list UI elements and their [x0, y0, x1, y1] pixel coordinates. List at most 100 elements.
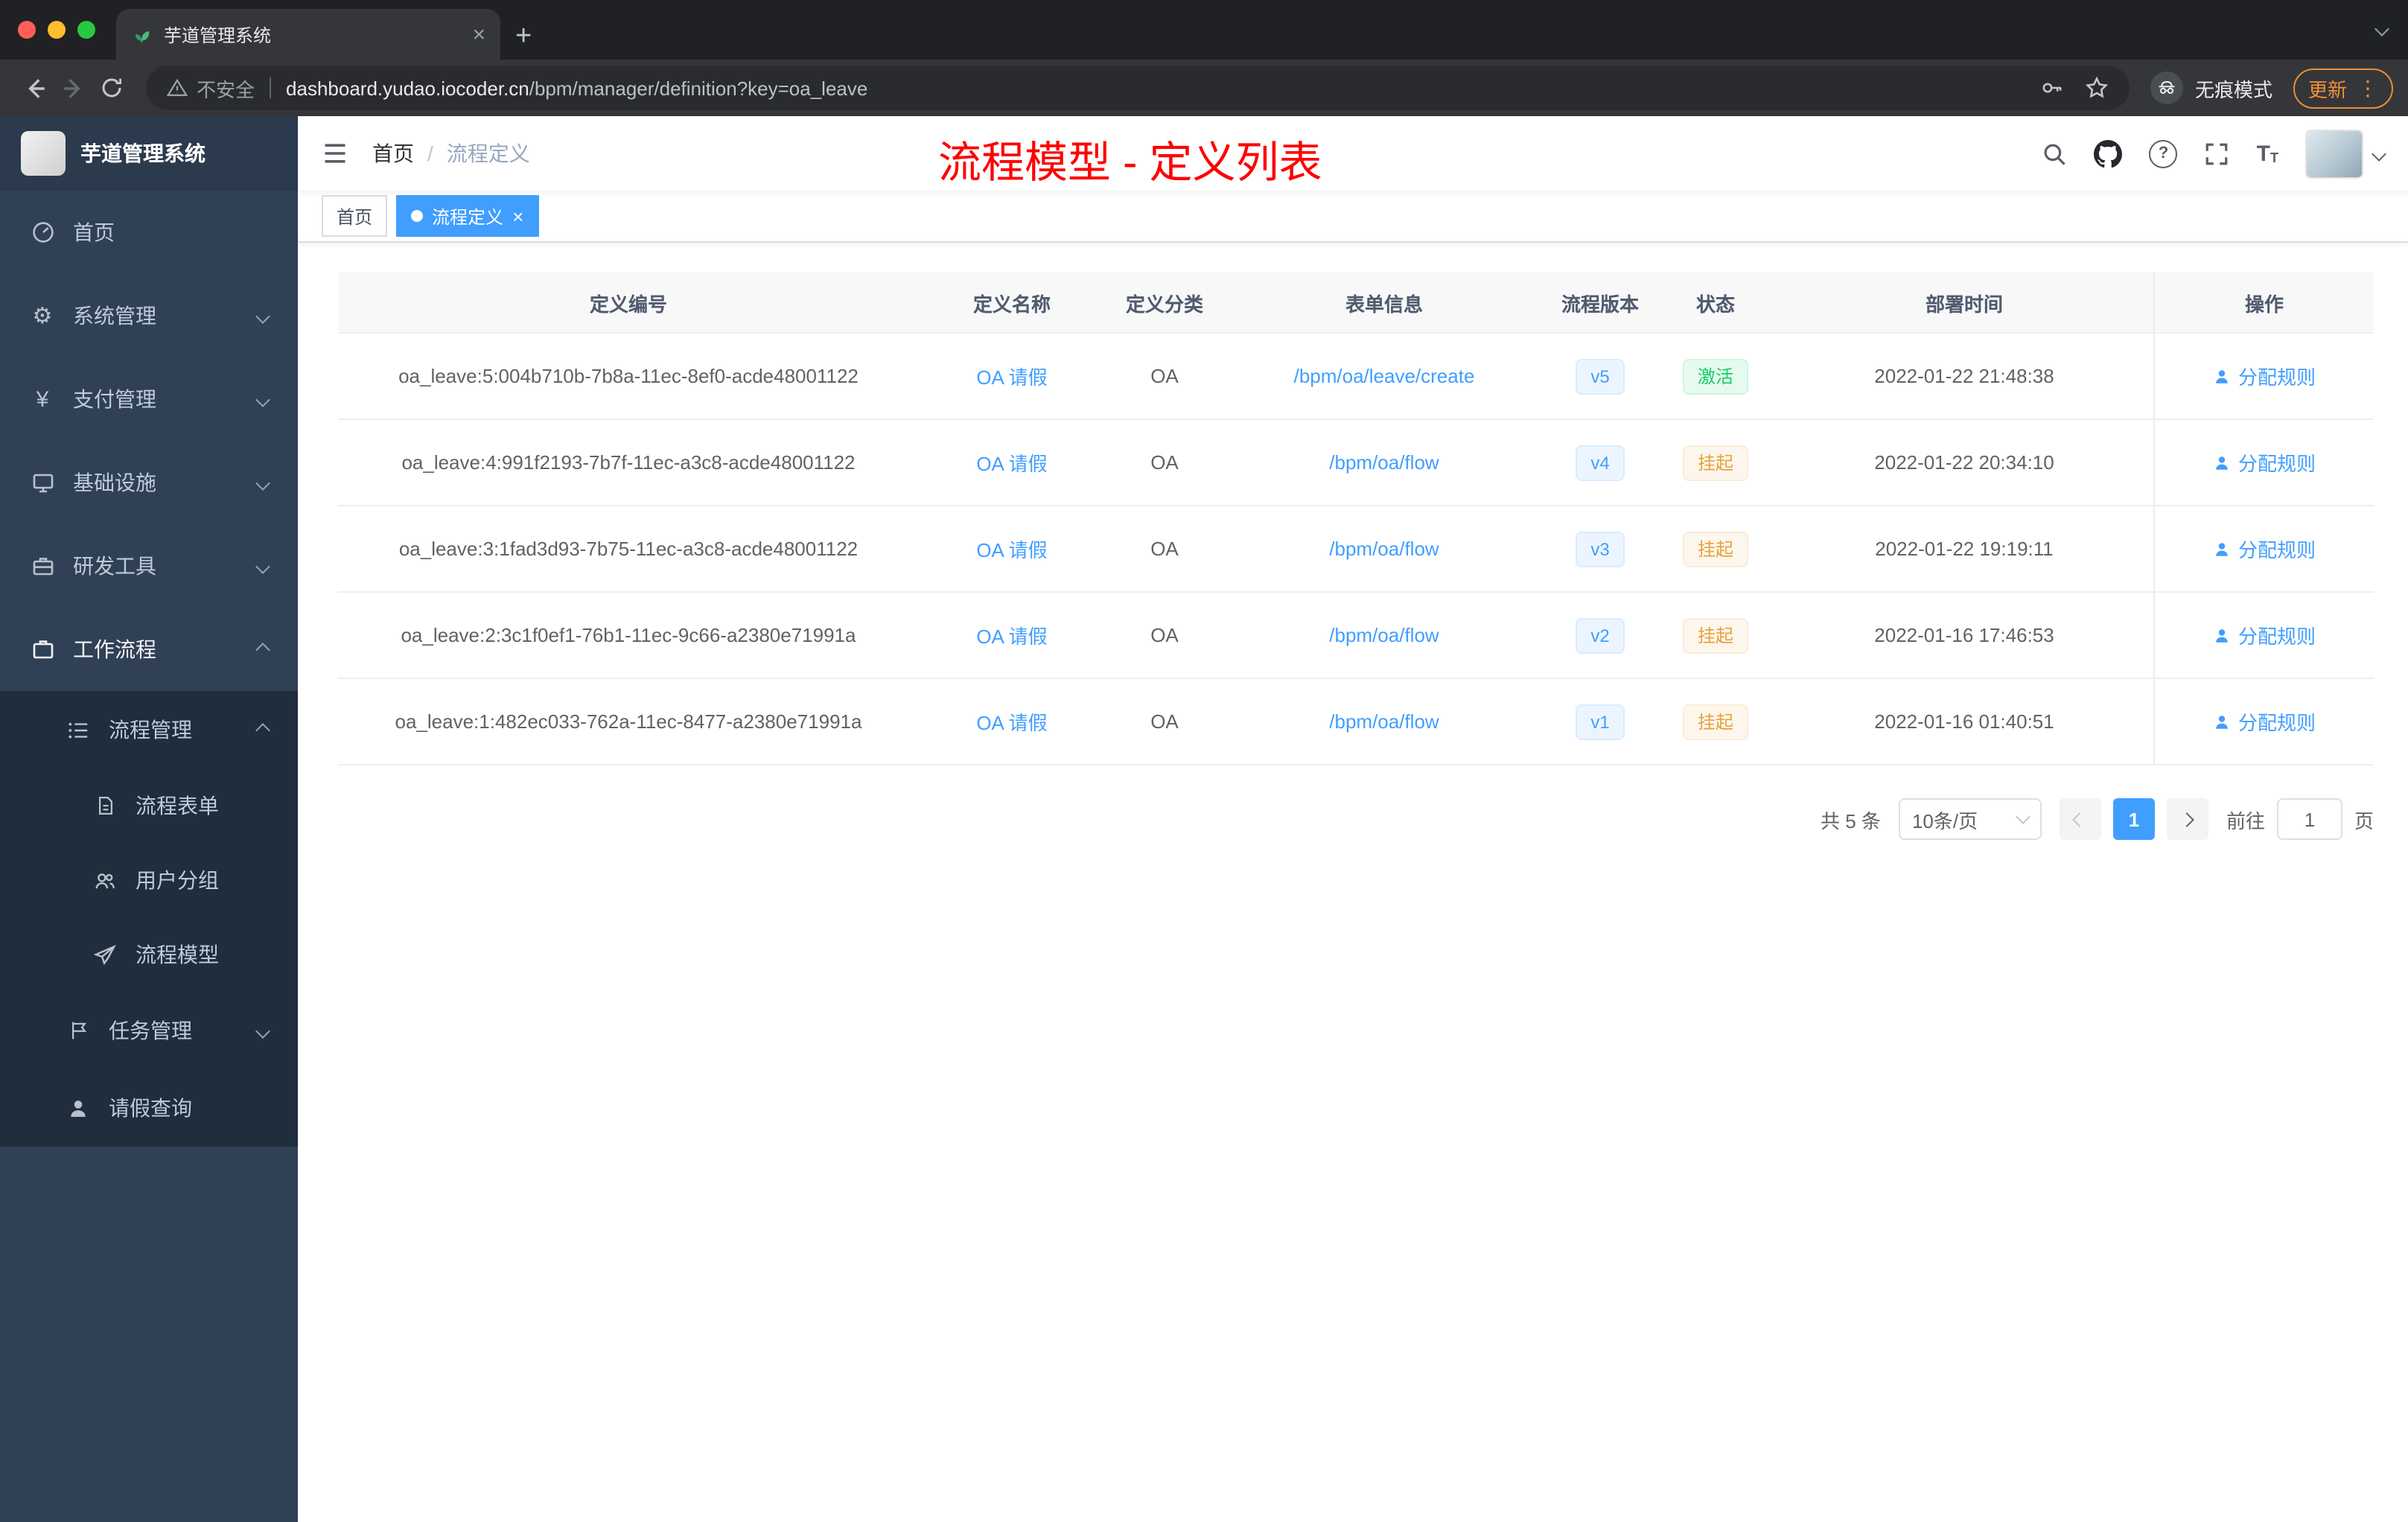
goto-page-input[interactable] [2276, 798, 2342, 840]
column-header: 定义编号 [589, 293, 667, 315]
sidebar-item-label: 工作流程 [73, 637, 156, 661]
assign-rule-button[interactable]: 分配规则 [2213, 621, 2316, 649]
sidebar-item-process-form[interactable]: 流程表单 [0, 768, 298, 843]
tag-process-definition[interactable]: 流程定义 × [396, 195, 539, 237]
dashboard-icon [30, 220, 55, 244]
tab-search-chevron-icon[interactable] [2374, 15, 2389, 42]
sidebar-item-label: 基础设施 [73, 471, 156, 494]
form-link[interactable]: /bpm/oa/flow [1329, 538, 1439, 560]
close-window-button[interactable] [18, 21, 36, 39]
bookmark-star-icon[interactable] [2085, 76, 2109, 100]
avatar[interactable] [2305, 129, 2363, 178]
sidebar-item-label: 系统管理 [73, 304, 156, 328]
definition-name-link[interactable]: OA 请假 [976, 448, 1047, 477]
definition-name-link[interactable]: OA 请假 [976, 535, 1047, 563]
next-page-button[interactable] [2166, 798, 2208, 840]
definition-name-link[interactable]: OA 请假 [976, 362, 1047, 390]
url-omnibox[interactable]: 不安全 dashboard.yudao.iocoder.cn/bpm/manag… [146, 66, 2130, 110]
github-icon[interactable] [2094, 139, 2123, 168]
maximize-window-button[interactable] [77, 21, 95, 39]
cell-deploy-time: 2022-01-16 17:46:53 [1874, 624, 2054, 646]
browser-update-button[interactable]: 更新 ⋮ [2293, 68, 2393, 108]
sidebar-item-task-management[interactable]: 任务管理 [0, 992, 298, 1069]
status-badge: 挂起 [1682, 445, 1748, 480]
toolbox-icon [30, 554, 55, 578]
assign-rule-button[interactable]: 分配规则 [2213, 707, 2316, 736]
key-icon[interactable] [2040, 76, 2064, 100]
pagination: 共 5 条 10条/页 1 前往 页 [338, 798, 2374, 840]
sidebar-item-label: 流程管理 [109, 718, 192, 742]
flag-icon [66, 1020, 91, 1041]
app-logo[interactable]: 芋道管理系统 [0, 116, 298, 191]
annotation-title: 流程模型 - 定义列表 [938, 140, 1322, 188]
browser-tab[interactable]: 芋道管理系统 × [116, 9, 500, 60]
form-link[interactable]: /bpm/oa/flow [1329, 624, 1439, 646]
search-icon[interactable] [2042, 141, 2068, 166]
chevron-down-icon [255, 308, 270, 323]
definition-name-link[interactable]: OA 请假 [976, 621, 1047, 649]
pagination-total: 共 5 条 [1821, 809, 1881, 832]
tab-close-icon[interactable]: × [472, 23, 485, 45]
font-size-icon[interactable]: TT [2257, 142, 2278, 165]
incognito-icon [2150, 71, 2183, 104]
person-icon [66, 1097, 91, 1119]
sidebar-item-user-group[interactable]: 用户分组 [0, 843, 298, 917]
sidebar: 芋道管理系统 首页 ⚙ 系统管理 ¥ 支付管理 基础设施 研发工具 工作流程 流… [0, 116, 298, 1522]
fullscreen-icon[interactable] [2205, 141, 2230, 166]
assign-rule-button[interactable]: 分配规则 [2213, 448, 2316, 477]
sidebar-item-label: 流程表单 [136, 794, 219, 818]
minimize-window-button[interactable] [48, 21, 66, 39]
assign-rule-button[interactable]: 分配规则 [2213, 535, 2316, 563]
user-menu[interactable] [2305, 129, 2386, 178]
chevron-up-icon [255, 722, 270, 737]
top-navbar: 首页 / 流程定义 流程模型 - 定义列表 ? T T [298, 116, 2408, 191]
page-size-value: 10条/页 [1911, 809, 1978, 832]
document-icon [92, 795, 118, 816]
forward-button[interactable] [54, 69, 92, 107]
browser-menu-dots-icon[interactable]: ⋮ [2357, 75, 2378, 101]
paper-plane-icon [92, 943, 118, 966]
help-icon[interactable]: ? [2149, 139, 2178, 168]
refresh-button[interactable] [92, 69, 131, 107]
form-link[interactable]: /bpm/oa/flow [1329, 710, 1439, 733]
sidebar-item-home[interactable]: 首页 [0, 191, 298, 274]
cell-definition-id: oa_leave:5:004b710b-7b8a-11ec-8ef0-acde4… [398, 365, 859, 387]
version-tag: v5 [1576, 358, 1625, 394]
sidebar-item-process-management[interactable]: 流程管理 [0, 691, 298, 768]
page-size-select[interactable]: 10条/页 [1898, 798, 2042, 840]
url-path: /bpm/manager/definition?key=oa_leave [529, 77, 868, 99]
column-header: 流程版本 [1561, 293, 1639, 315]
sidebar-item-leave-query[interactable]: 请假查询 [0, 1069, 298, 1147]
sidebar-item-process-model[interactable]: 流程模型 [0, 917, 298, 992]
assign-rule-button[interactable]: 分配规则 [2213, 362, 2316, 390]
back-button[interactable] [15, 69, 54, 107]
prev-page-button[interactable] [2059, 798, 2101, 840]
users-icon [92, 869, 118, 891]
sidebar-item-payment[interactable]: ¥ 支付管理 [0, 357, 298, 441]
sidebar-item-label: 用户分组 [136, 868, 219, 892]
new-tab-button[interactable]: + [515, 22, 532, 51]
tag-close-icon[interactable]: × [512, 206, 523, 226]
sidebar-item-label: 流程模型 [136, 943, 219, 967]
sidebar-item-label: 首页 [73, 220, 115, 244]
form-link[interactable]: /bpm/oa/leave/create [1294, 365, 1475, 387]
tag-home[interactable]: 首页 [322, 195, 388, 237]
sidebar-item-label: 任务管理 [109, 1019, 192, 1042]
page-number-current[interactable]: 1 [2112, 798, 2155, 840]
cell-category: OA [1150, 538, 1179, 560]
table-row: oa_leave:1:482ec033-762a-11ec-8477-a2380… [338, 679, 2374, 765]
sidebar-toggle-icon[interactable] [322, 140, 348, 167]
version-tag: v3 [1576, 531, 1625, 567]
sidebar-item-label: 研发工具 [73, 554, 156, 578]
breadcrumb-home[interactable]: 首页 [372, 138, 414, 168]
table-row: oa_leave:4:991f2193-7b7f-11ec-a3c8-acde4… [338, 420, 2374, 506]
security-label[interactable]: 不安全 [197, 74, 255, 102]
form-link[interactable]: /bpm/oa/flow [1329, 451, 1439, 474]
browser-tab-strip: 芋道管理系统 × + [0, 0, 2408, 60]
sidebar-item-system[interactable]: ⚙ 系统管理 [0, 274, 298, 357]
sidebar-item-devtools[interactable]: 研发工具 [0, 524, 298, 608]
definition-name-link[interactable]: OA 请假 [976, 707, 1047, 736]
sidebar-item-infrastructure[interactable]: 基础设施 [0, 441, 298, 524]
sidebar-item-workflow[interactable]: 工作流程 [0, 608, 298, 691]
chevron-down-icon [255, 475, 270, 490]
